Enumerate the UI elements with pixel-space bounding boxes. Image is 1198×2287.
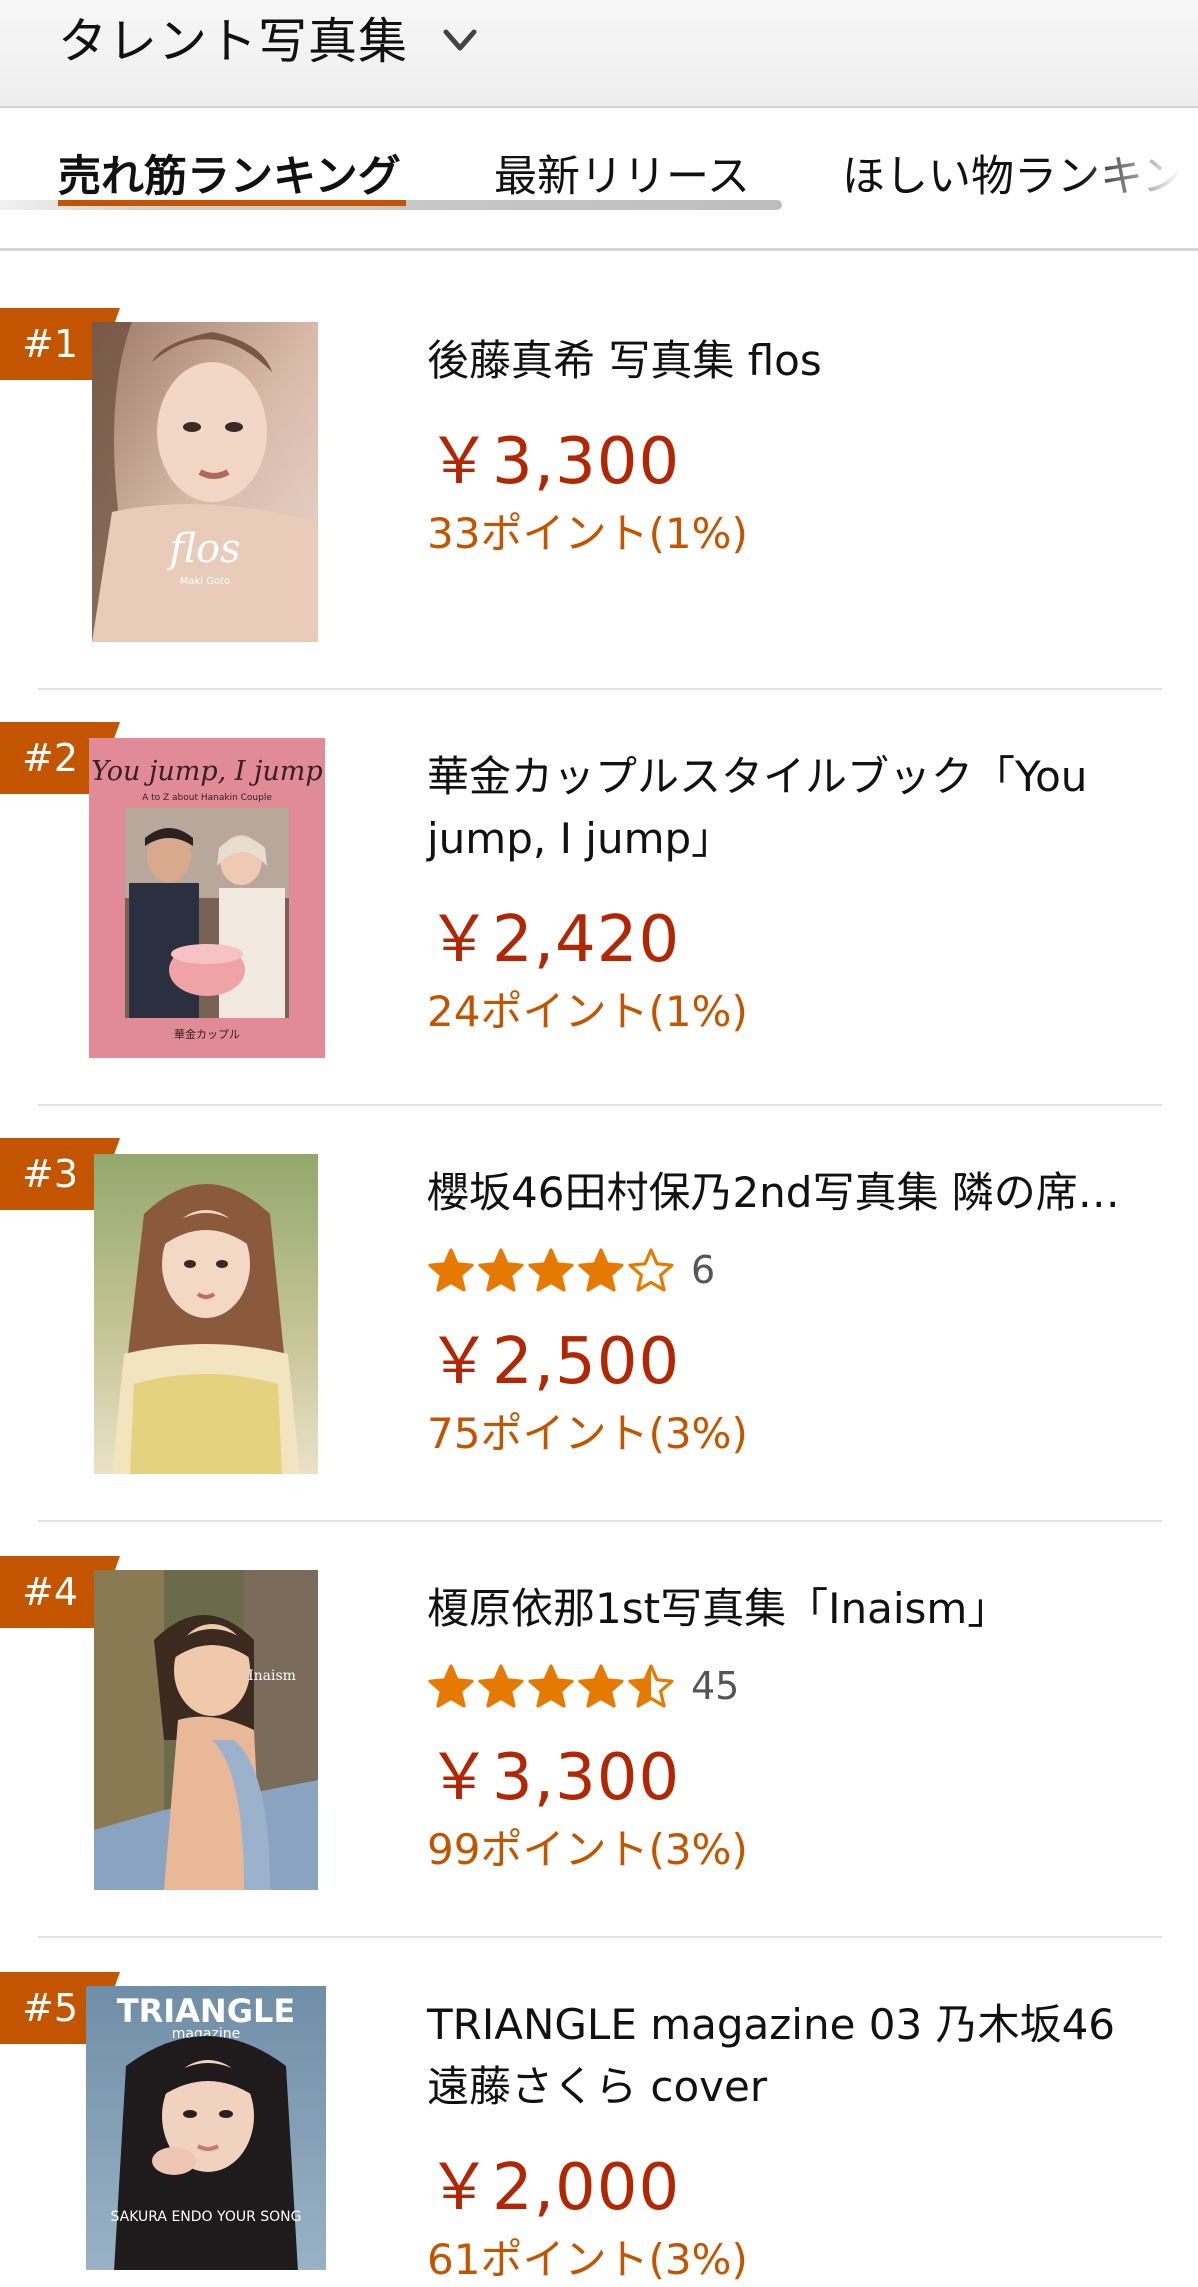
divider (38, 1520, 1162, 1522)
cover-subtext: Maki Goto (180, 576, 230, 587)
star-full-icon (528, 1664, 574, 1708)
star-full-icon (428, 1248, 474, 1292)
cover-text: TRIANGLE (117, 1992, 295, 2030)
star-full-icon (478, 1664, 524, 1708)
item-points: 33ポイント(1%) (427, 509, 748, 558)
star-full-icon (578, 1248, 624, 1292)
chevron-down-icon (443, 29, 477, 51)
tab-best-sellers[interactable]: 売れ筋ランキング (58, 142, 401, 204)
tab-bar: 売れ筋ランキング 最新リリース ほしい物ランキング (0, 108, 1198, 248)
book-cover-image[interactable] (94, 1154, 318, 1474)
cover-text: flos (166, 526, 240, 572)
cover-subtext: A to Z about Hanakin Couple (142, 793, 272, 803)
cover-caption: 華金カップル (174, 1027, 240, 1041)
category-header[interactable]: タレント写真集 (0, 0, 1198, 108)
tab-overflow-fade (1080, 108, 1198, 248)
item-points: 24ポイント(1%) (427, 987, 748, 1036)
star-half-icon (628, 1664, 674, 1708)
cover-caption: SAKURA ENDO YOUR SONG (111, 2209, 302, 2225)
rating-count: 45 (691, 1664, 740, 1708)
item-price: ￥3,300 (427, 425, 681, 499)
book-cover-image[interactable]: flos Maki Goto (92, 322, 318, 642)
item-price: ￥3,300 (427, 1741, 681, 1815)
star-full-icon (578, 1664, 624, 1708)
star-rating[interactable]: 45 (427, 1660, 739, 1712)
item-points: 75ポイント(3%) (427, 1409, 748, 1458)
item-price: ￥2,500 (427, 1325, 681, 1399)
item-price: ￥2,420 (427, 903, 681, 977)
item-title[interactable]: 後藤真希 写真集 flos (427, 330, 1167, 392)
divider (38, 1936, 1162, 1938)
item-points: 99ポイント(3%) (427, 1825, 748, 1874)
tab-new-releases[interactable]: 最新リリース (494, 142, 750, 204)
item-title[interactable]: 櫻坂46田村保乃2nd写真集 隣の席になりたい (427, 1162, 1127, 1224)
rating-count: 6 (691, 1248, 716, 1292)
star-empty-icon (628, 1248, 674, 1292)
divider (38, 688, 1162, 690)
book-cover-image[interactable]: Inaism (94, 1570, 318, 1890)
item-title[interactable]: 華金カップルスタイルブック「You jump, I jump」 (427, 746, 1167, 870)
star-full-icon (428, 1664, 474, 1708)
item-title[interactable]: TRIANGLE magazine 03 乃木坂46 遠藤さくら cover (427, 1994, 1167, 2118)
book-cover-image[interactable]: You jump, I jump A to Z about Hanakin Co… (89, 738, 325, 1058)
category-title: タレント写真集 (58, 13, 409, 70)
star-full-icon (478, 1248, 524, 1292)
cover-text: You jump, I jump (91, 756, 322, 787)
star-rating[interactable]: 6 (427, 1244, 715, 1296)
star-full-icon (528, 1248, 574, 1292)
divider (0, 248, 1198, 251)
book-cover-image[interactable]: TRIANGLE magazine SAKURA ENDO YOUR SONG (86, 1986, 326, 2270)
item-title[interactable]: 榎原依那1st写真集「Inaism」 (427, 1578, 1167, 1640)
item-price: ￥2,000 (427, 2151, 681, 2225)
divider (38, 1104, 1162, 1106)
cover-text: Inaism (248, 1668, 296, 1684)
item-points: 61ポイント(3%) (427, 2235, 748, 2284)
